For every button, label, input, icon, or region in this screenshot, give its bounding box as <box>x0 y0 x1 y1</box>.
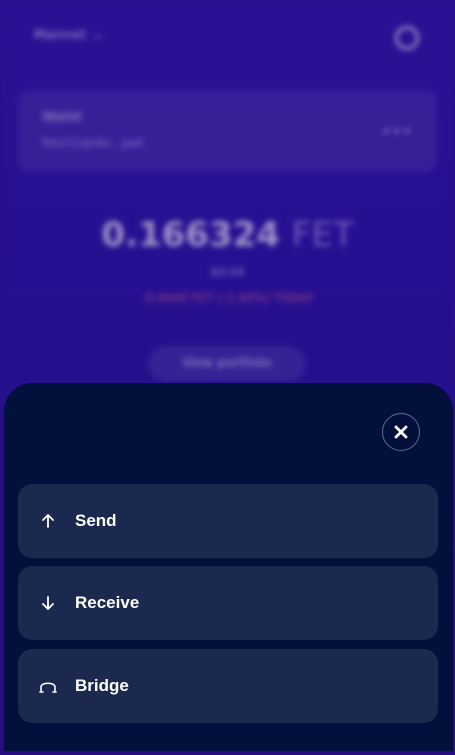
bridge-icon <box>38 676 58 696</box>
send-button[interactable]: Send <box>18 484 438 558</box>
network-selector: Mainnet ⌄ <box>34 28 103 43</box>
bridge-button[interactable]: Bridge <box>18 649 438 723</box>
receive-button[interactable]: Receive <box>18 566 438 640</box>
receive-label: Receive <box>75 593 140 612</box>
arrow-down-icon <box>38 593 58 613</box>
close-button[interactable] <box>382 413 420 451</box>
account-name: Wallet <box>42 110 83 125</box>
view-portfolio-button: View portfolio <box>148 346 306 382</box>
account-card: Wallet fetch1qn4e...pwt ••• <box>18 90 437 172</box>
arrow-up-icon <box>38 511 58 531</box>
network-label: Mainnet <box>34 28 87 43</box>
close-icon <box>394 425 408 439</box>
send-label: Send <box>75 511 117 530</box>
balance: 0.166324 FET <box>0 215 455 255</box>
app-window: Mainnet ⌄ Wallet fetch1qn4e...pwt ••• 0.… <box>0 0 455 755</box>
more-icon: ••• <box>382 124 413 140</box>
balance-unit: FET <box>291 215 354 255</box>
daily-change: -0.0040 FET (-2.40%) TODAY <box>141 291 314 305</box>
settings-icon <box>395 26 419 50</box>
bridge-label: Bridge <box>75 676 129 695</box>
balance-amount: 0.166324 <box>101 215 280 255</box>
account-address: fetch1qn4e...pwt <box>42 136 144 150</box>
fiat-value: $0.04 <box>210 265 245 279</box>
action-sheet: Send Receive Bridge <box>4 383 453 751</box>
chevron-down-icon: ⌄ <box>92 28 104 43</box>
